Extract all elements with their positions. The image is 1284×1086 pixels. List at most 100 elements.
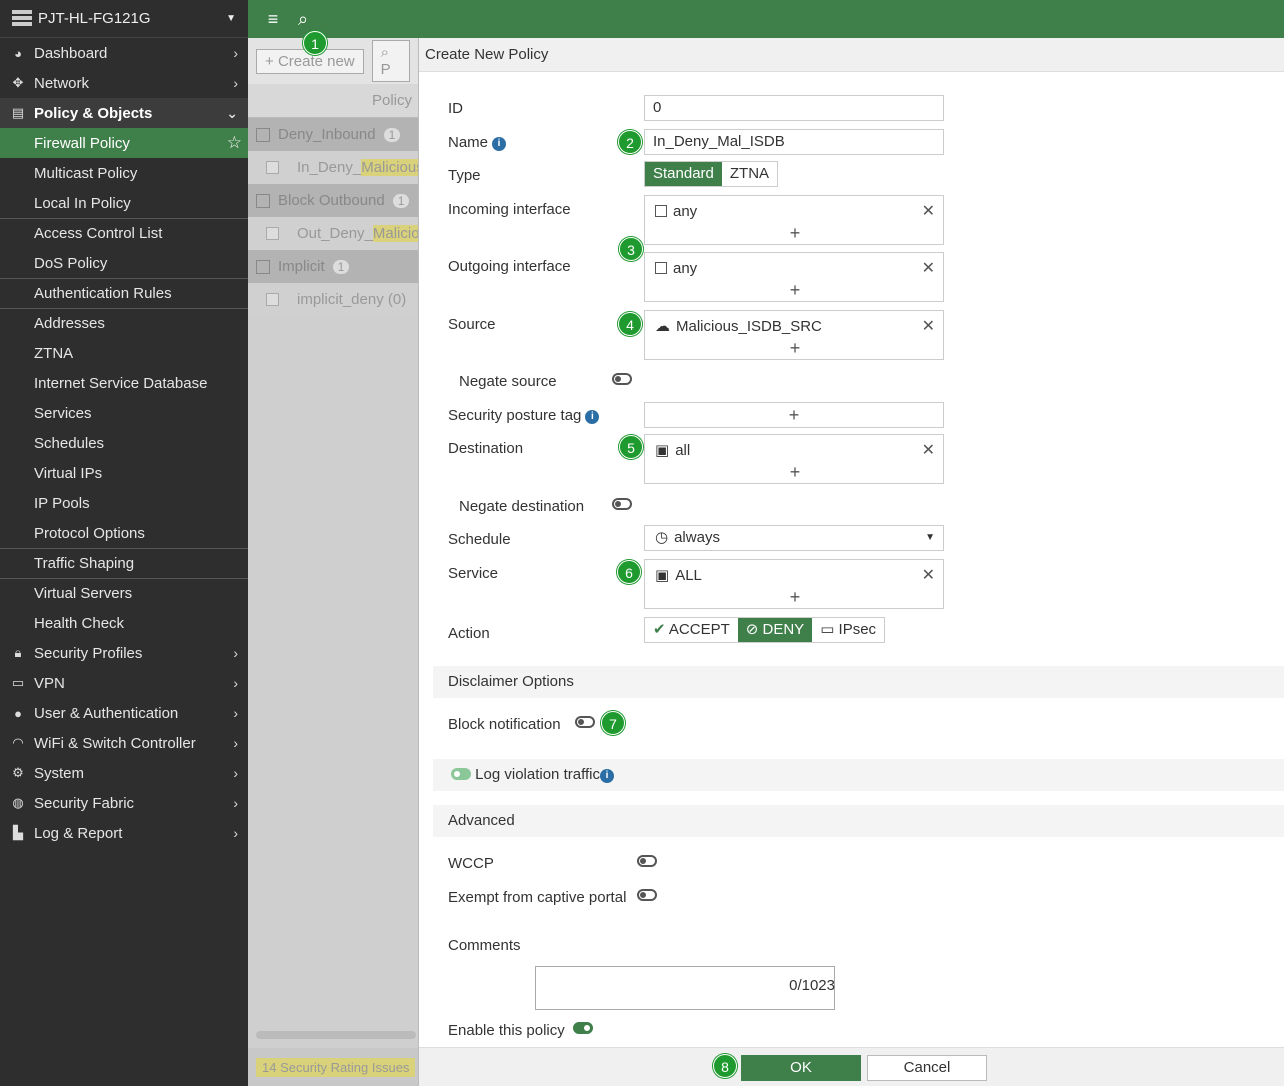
add-item-icon[interactable]: + [655,222,935,246]
step-badge: 5 [619,435,643,459]
table-row[interactable]: implicit_deny (0) [248,283,418,316]
sidebar-item-multicast-policy[interactable]: Multicast Policy [0,158,248,188]
table-row[interactable]: Out_Deny_Malicio [248,217,418,250]
action-accept-option[interactable]: ✔ ACCEPT [645,618,738,642]
sidebar-item-user-authentication[interactable]: ● User & Authentication › [0,698,248,728]
sidebar-item-virtual-ips[interactable]: Virtual IPs [0,458,248,488]
star-icon[interactable]: ☆ [227,133,242,153]
log-violation-label: Log violation traffic [475,766,600,783]
name-field[interactable]: In_Deny_Mal_ISDB [644,129,944,155]
sidebar-item-label: Virtual Servers [34,585,133,602]
close-icon[interactable]: ✕ [922,565,935,585]
sidebar-item-dos-policy[interactable]: DoS Policy [0,248,248,278]
id-field[interactable]: 0 [644,95,944,121]
block-notification-toggle[interactable] [575,716,595,728]
security-rating-pill[interactable]: 14 Security Rating Issues [256,1057,416,1077]
row-checkbox[interactable] [266,227,279,240]
ok-button[interactable]: OK [741,1055,861,1081]
add-item-icon[interactable]: + [655,461,935,485]
search-button[interactable]: ⌕ P [371,40,410,82]
device-selector[interactable]: PJT-HL-FG121G ▼ [0,0,248,38]
sidebar-item-virtual-servers[interactable]: Virtual Servers [0,578,248,608]
collapse-icon[interactable] [256,127,270,142]
sidebar-item-access-control-list[interactable]: Access Control List [0,218,248,248]
group-header[interactable]: Block Outbound 1 [248,184,418,217]
type-ztna-option[interactable]: ZTNA [722,162,777,186]
negate-destination-toggle[interactable] [612,498,632,510]
add-item-icon[interactable]: + [655,279,935,303]
negate-source-toggle[interactable] [612,373,632,385]
log-violation-toggle[interactable] [451,768,471,780]
enable-policy-toggle[interactable] [573,1022,593,1034]
action-ipsec-option[interactable]: ▭ IPsec [812,618,884,642]
sidebar-item-security-profiles[interactable]: 🔒︎ Security Profiles › [0,638,248,668]
sidebar-item-internet-service-database[interactable]: Internet Service Database [0,368,248,398]
sidebar-item-local-in-policy[interactable]: Local In Policy [0,188,248,218]
fortigate-logo-icon [12,9,32,28]
top-bar: ≡ ⌕ [248,0,1284,38]
sidebar-item-policy-objects[interactable]: ▤ Policy & Objects ⌄ [0,98,248,128]
sidebar-item-addresses[interactable]: Addresses [0,308,248,338]
sidebar-item-system[interactable]: ⚙ System › [0,758,248,788]
wccp-toggle[interactable] [637,855,657,867]
sidebar-item-network[interactable]: ✥ Network › [0,68,248,98]
source-field[interactable]: ☁ Malicious_ISDB_SRC ✕ + [644,310,944,360]
close-icon[interactable]: ✕ [922,440,935,460]
search-icon[interactable]: ⌕ [288,9,318,30]
outgoing-interface-field[interactable]: any ✕ + [644,252,944,302]
wccp-label: WCCP [448,855,494,872]
type-standard-option[interactable]: Standard [645,162,722,186]
info-icon[interactable]: i [492,137,507,151]
column-header-policy[interactable]: Policy [248,84,418,118]
sidebar-item-wifi-switch[interactable]: ◠ WiFi & Switch Controller › [0,728,248,758]
service-field[interactable]: ▣ ALL ✕ + [644,559,944,609]
cancel-button[interactable]: Cancel [867,1055,987,1081]
block-notification-label: Block notification [448,716,561,733]
group-header[interactable]: Deny_Inbound 1 [248,118,418,151]
chip-label: any [673,259,698,277]
add-item-icon[interactable]: + [655,337,935,361]
row-checkbox[interactable] [266,161,279,174]
close-icon[interactable]: ✕ [922,201,935,221]
sidebar-item-services[interactable]: Services [0,398,248,428]
hamburger-menu-icon[interactable]: ≡ [258,9,288,30]
table-row[interactable]: In_Deny_Malicious [248,151,418,184]
sidebar-item-dashboard[interactable]: ◕ Dashboard › [0,38,248,68]
add-item-icon[interactable]: + [655,586,935,610]
sidebar-item-vpn[interactable]: ▭ VPN › [0,668,248,698]
group-header[interactable]: Implicit 1 [248,250,418,283]
action-deny-option[interactable]: ⊘ DENY [737,618,813,642]
sidebar-item-firewall-policy[interactable]: Firewall Policy ☆ [0,128,248,158]
close-icon[interactable]: ✕ [922,316,935,336]
sidebar-item-health-check[interactable]: Health Check [0,608,248,638]
service-label: Service [448,565,499,582]
device-name: PJT-HL-FG121G [38,10,151,27]
step-badge: 4 [618,312,642,336]
address-chip: ▣ all ✕ [655,439,935,461]
sidebar-item-schedules[interactable]: Schedules [0,428,248,458]
exempt-captive-portal-toggle[interactable] [637,889,657,901]
sidebar-item-authentication-rules[interactable]: Authentication Rules [0,278,248,308]
sidebar-item-label: System [34,764,85,782]
log-violation-row: Log violation traffic i [433,759,1284,791]
sidebar-item-security-fabric[interactable]: ◍ Security Fabric › [0,788,248,818]
sidebar-item-log-report[interactable]: ▙ Log & Report › [0,818,248,848]
collapse-icon[interactable] [256,193,270,208]
sidebar-item-ztna[interactable]: ZTNA [0,338,248,368]
policy-list-background: + Create new ⌕ P Policy Deny_Inbound 1 In… [248,38,418,1086]
sidebar-item-ip-pools[interactable]: IP Pools [0,488,248,518]
info-icon[interactable]: i [599,769,614,783]
sidebar-item-label: ZTNA [34,344,74,362]
sidebar-item-traffic-shaping[interactable]: Traffic Shaping [0,548,248,578]
sidebar-item-protocol-options[interactable]: Protocol Options [0,518,248,548]
incoming-interface-field[interactable]: any ✕ + [644,195,944,245]
schedule-select[interactable]: ◷ always ▼ [644,525,944,551]
close-icon[interactable]: ✕ [922,258,935,278]
security-rating-footer[interactable]: 14 Security Rating Issues [248,1048,418,1086]
info-icon[interactable]: i [585,410,600,424]
collapse-icon[interactable] [256,259,270,274]
posture-tag-field[interactable]: + [644,402,944,428]
destination-field[interactable]: ▣ all ✕ + [644,434,944,484]
horizontal-scrollbar[interactable] [256,1031,416,1039]
row-checkbox[interactable] [266,293,279,306]
